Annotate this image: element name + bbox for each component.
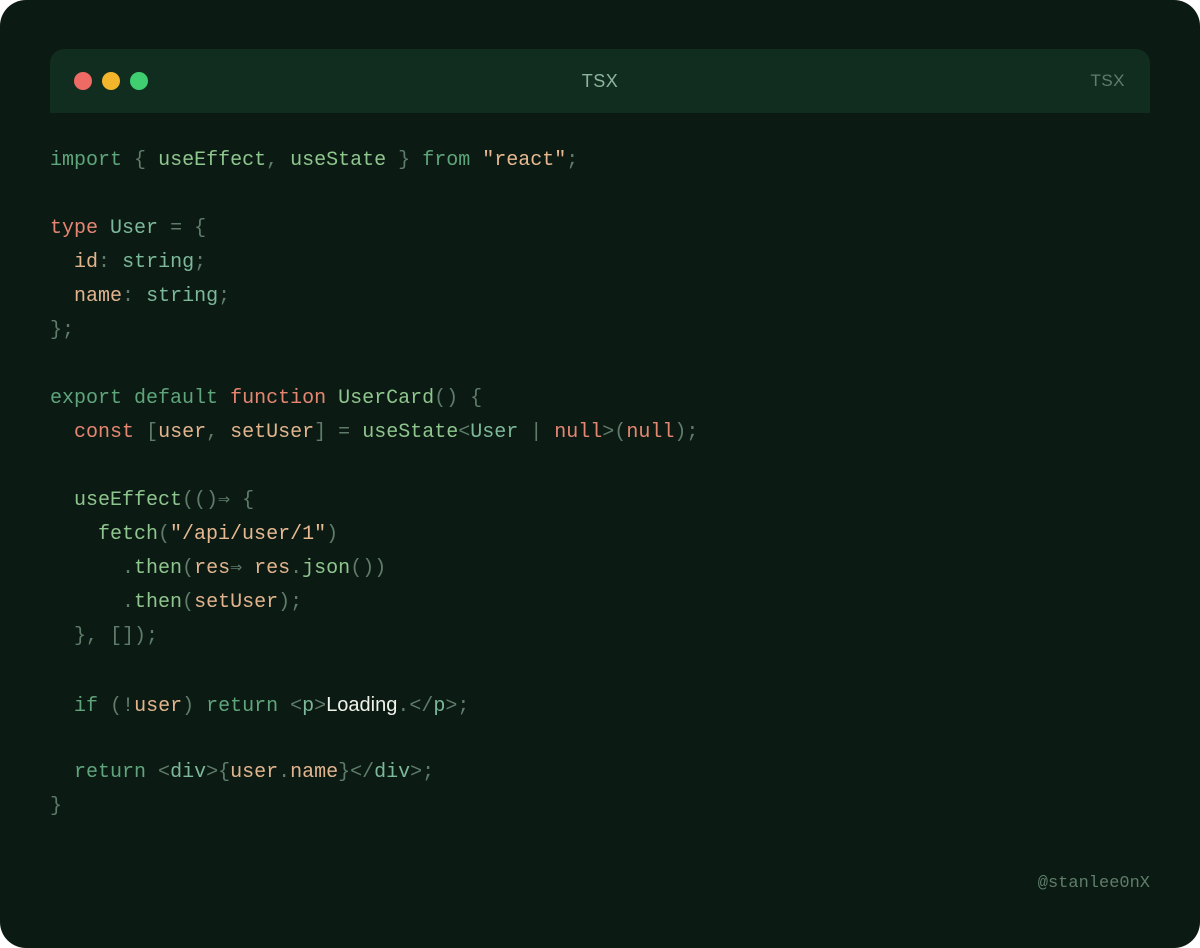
- code-line: export default function UserCard() {: [50, 387, 483, 410]
- code-line: id: string;: [74, 251, 207, 274]
- window-title: TSX: [581, 71, 619, 91]
- code-line: }: [50, 795, 63, 818]
- code-line: }, []);: [74, 625, 159, 648]
- code-line: };: [50, 319, 75, 342]
- language-label: TSX: [1090, 71, 1125, 90]
- code-line: import { useEffect, useState } from "rea…: [50, 149, 579, 172]
- code-line: useEffect(()⇒ {: [74, 489, 255, 512]
- code-line: return <div>{user.name}</div>;: [74, 761, 435, 784]
- code-block: import { useEffect, useState } from "rea…: [50, 144, 1150, 824]
- code-line: .then(setUser);: [122, 591, 303, 614]
- code-line: .then(res⇒ res.json()): [122, 557, 387, 580]
- author-signature: @stanlee0nX: [1037, 874, 1150, 893]
- code-line: type User = {: [50, 217, 207, 240]
- code-snippet-card: TSX TSX import { useEffect, useState } f…: [0, 0, 1200, 948]
- code-line: fetch("/api/user/1"): [98, 523, 339, 546]
- window-titlebar: TSX TSX: [50, 49, 1150, 113]
- code-line: const [user, setUser] = useState<User | …: [74, 421, 699, 444]
- code-line: name: string;: [74, 285, 231, 308]
- code-line: if (!user) return <p>Loading.</p>;: [74, 694, 470, 718]
